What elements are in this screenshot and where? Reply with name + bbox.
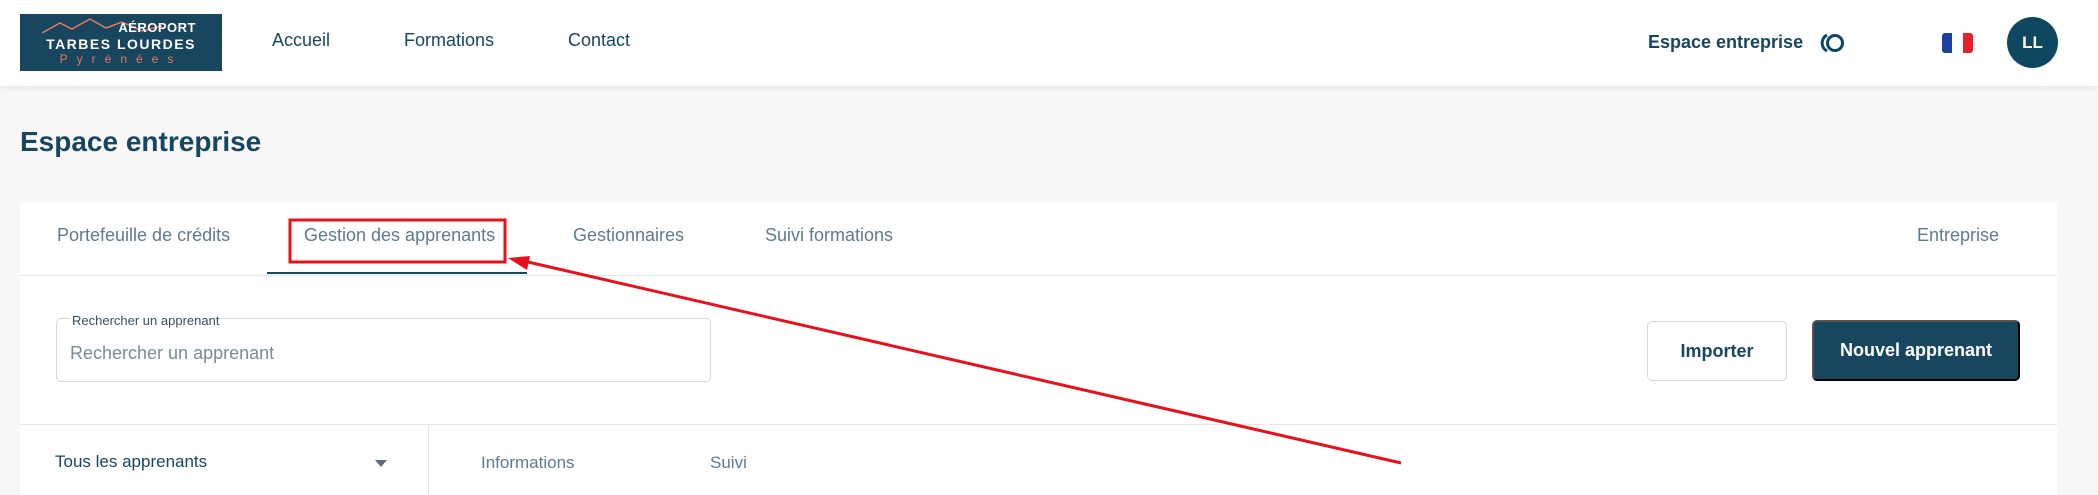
logo-line2: TARBES LOURDES [46, 36, 196, 52]
subtab-informations[interactable]: Informations [481, 453, 575, 473]
tab-entreprise[interactable]: Entreprise [1917, 225, 1999, 246]
top-navbar: AÉROPORT TARBES LOURDES Pyrénées Accueil… [0, 0, 2098, 86]
tab-gestionnaires[interactable]: Gestionnaires [573, 225, 684, 246]
subtab-suivi[interactable]: Suivi [710, 453, 747, 473]
airport-logo[interactable]: AÉROPORT TARBES LOURDES Pyrénées [20, 14, 222, 71]
search-label: Rechercher un apprenant [70, 313, 222, 328]
search-input[interactable] [70, 343, 690, 364]
tabs-divider [20, 275, 2057, 276]
section-divider [20, 424, 2057, 425]
logo-line3: Pyrénées [59, 52, 183, 66]
panel-divider [428, 424, 429, 495]
import-button[interactable]: Importer [1647, 321, 1787, 381]
page-title: Espace entreprise [20, 126, 262, 157]
new-apprenant-button[interactable]: Nouvel apprenant [1812, 320, 2020, 381]
chevron-down-icon[interactable] [375, 460, 387, 467]
logo-line1: AÉROPORT [118, 20, 196, 35]
tab-gestion-apprenants[interactable]: Gestion des apprenants [304, 225, 495, 246]
apprenants-filter-select[interactable]: Tous les apprenants [55, 452, 207, 472]
nav-contact[interactable]: Contact [568, 30, 630, 51]
nav-accueil[interactable]: Accueil [272, 30, 330, 51]
tab-portefeuille-credits[interactable]: Portefeuille de crédits [57, 225, 230, 246]
active-tab-indicator [267, 272, 527, 274]
avatar[interactable]: LL [2007, 17, 2058, 68]
nav-espace-entreprise[interactable]: Espace entreprise [1648, 32, 1803, 53]
tab-suivi-formations[interactable]: Suivi formations [765, 225, 893, 246]
nav-formations[interactable]: Formations [404, 30, 494, 51]
fr-flag-icon[interactable] [1942, 33, 1973, 53]
loading-spinner-icon [1820, 33, 1844, 53]
